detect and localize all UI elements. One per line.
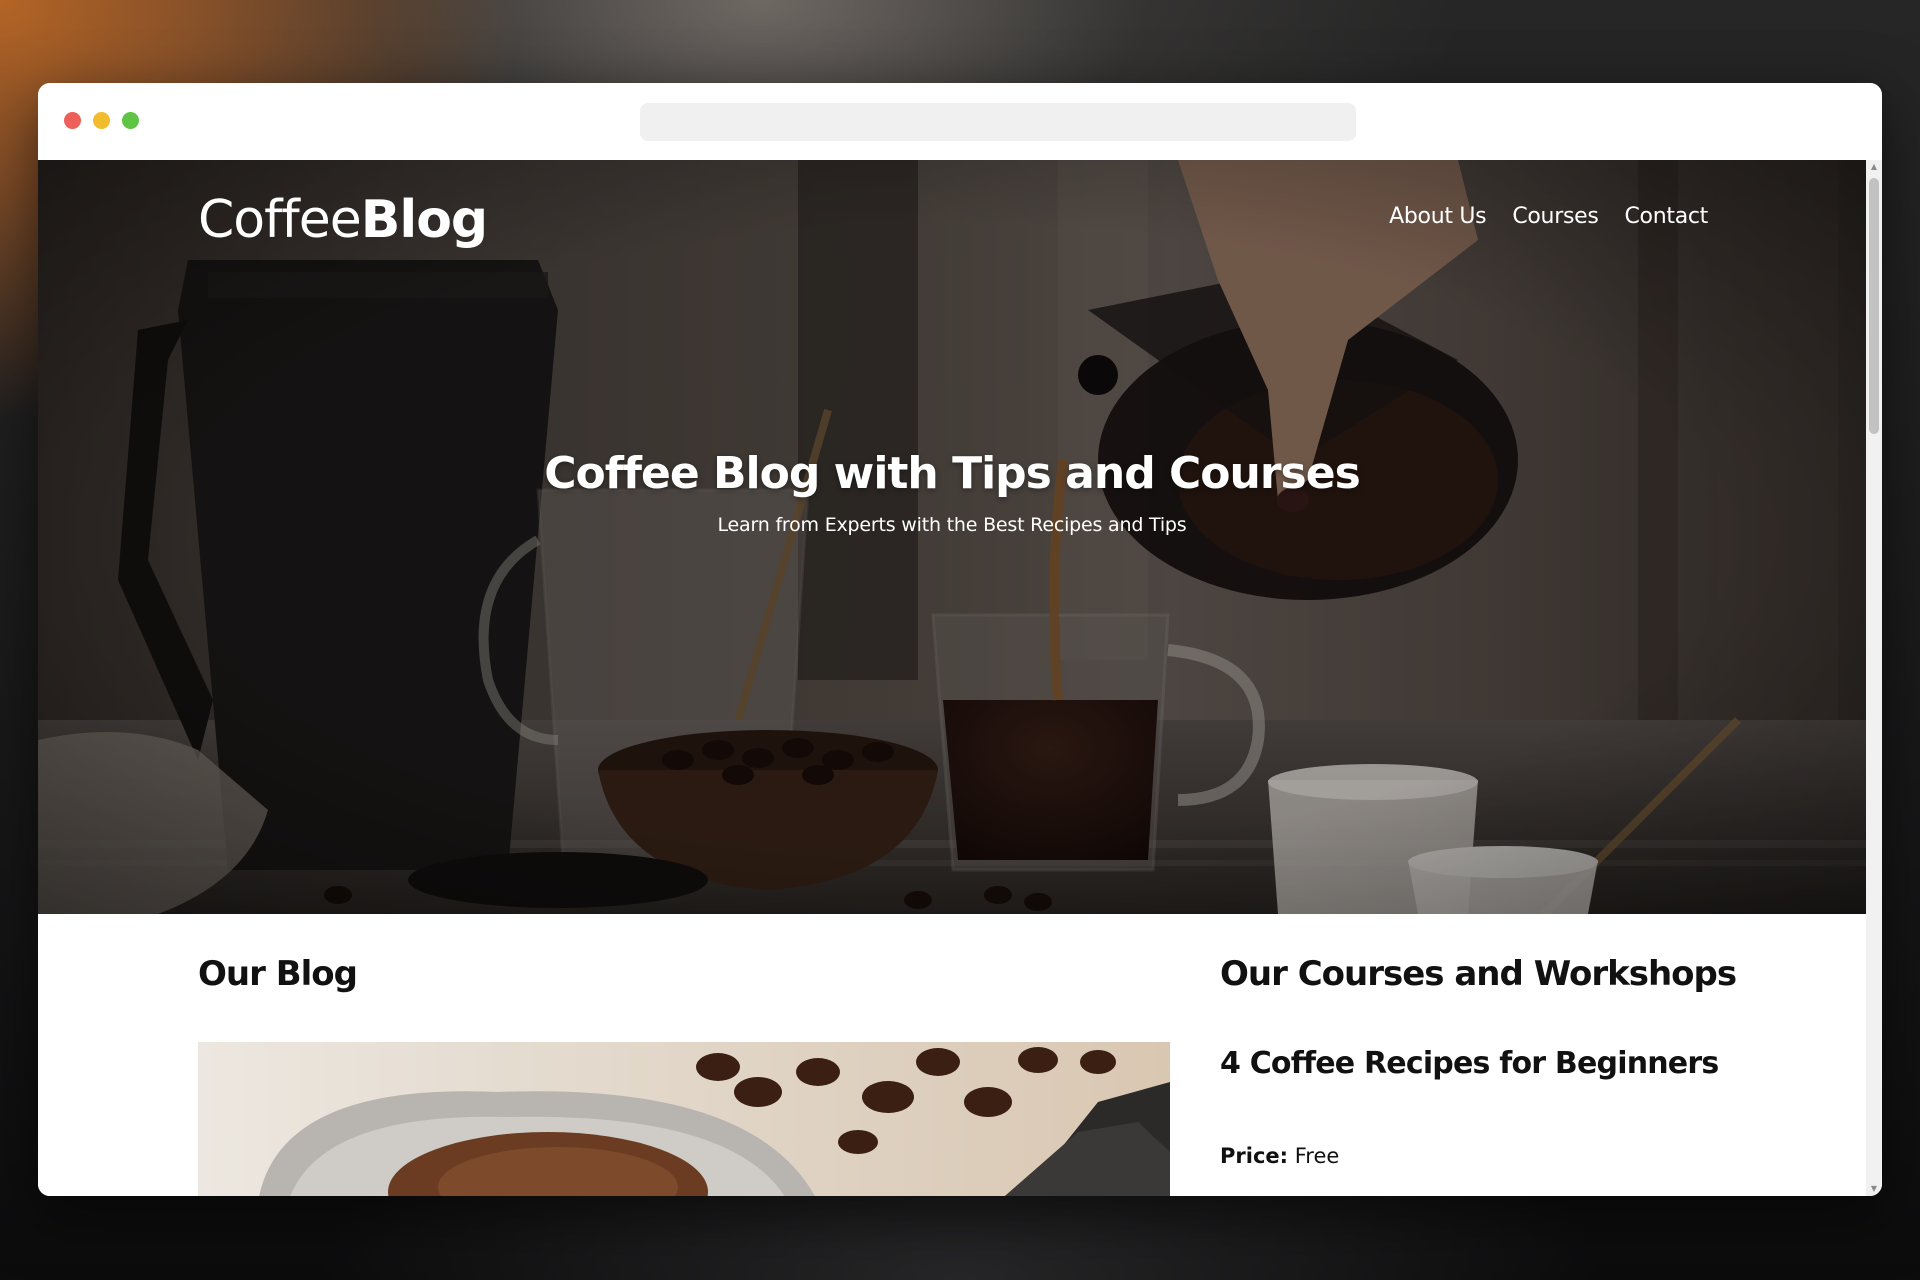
course-title[interactable]: 4 Coffee Recipes for Beginners: [1220, 1046, 1719, 1081]
browser-window: CoffeeBlog About Us Courses Contact Coff…: [38, 83, 1882, 1196]
blog-post-image[interactable]: [198, 1042, 1170, 1196]
zoom-dot-icon[interactable]: [122, 112, 139, 129]
scrollbar-thumb[interactable]: [1869, 178, 1879, 434]
browser-titlebar: [38, 83, 1882, 160]
close-dot-icon[interactable]: [64, 112, 81, 129]
vertical-scrollbar[interactable]: ▲ ▼: [1866, 160, 1882, 1196]
site-logo[interactable]: CoffeeBlog: [198, 190, 488, 250]
course-price: Price: Free: [1220, 1144, 1339, 1168]
coffee-grounds-image: [198, 1042, 1170, 1196]
price-label: Price:: [1220, 1144, 1289, 1168]
hero-subtitle: Learn from Experts with the Best Recipes…: [717, 514, 1187, 536]
hero-section: CoffeeBlog About Us Courses Contact Coff…: [38, 160, 1866, 914]
hero-dark-overlay: [38, 160, 1866, 914]
price-value: Free: [1294, 1144, 1340, 1168]
logo-light-text: Coffee: [198, 190, 362, 250]
nav-link-about-us[interactable]: About Us: [1389, 204, 1487, 229]
scroll-up-arrow-icon[interactable]: ▲: [1866, 160, 1882, 174]
content-section: Our Blog Our Courses and Workshops 4 Cof…: [38, 914, 1866, 1196]
scroll-down-arrow-icon[interactable]: ▼: [1866, 1182, 1882, 1196]
nav-link-contact[interactable]: Contact: [1625, 204, 1709, 229]
nav-link-courses[interactable]: Courses: [1512, 204, 1598, 229]
logo-bold-text: Blog: [360, 190, 488, 250]
page-viewport: CoffeeBlog About Us Courses Contact Coff…: [38, 160, 1866, 1196]
courses-heading: Our Courses and Workshops: [1220, 954, 1737, 994]
main-navigation: About Us Courses Contact: [1389, 204, 1708, 229]
hero-title: Coffee Blog with Tips and Courses: [544, 448, 1361, 499]
blog-heading: Our Blog: [198, 954, 358, 994]
minimize-dot-icon[interactable]: [93, 112, 110, 129]
address-bar[interactable]: [640, 103, 1356, 141]
